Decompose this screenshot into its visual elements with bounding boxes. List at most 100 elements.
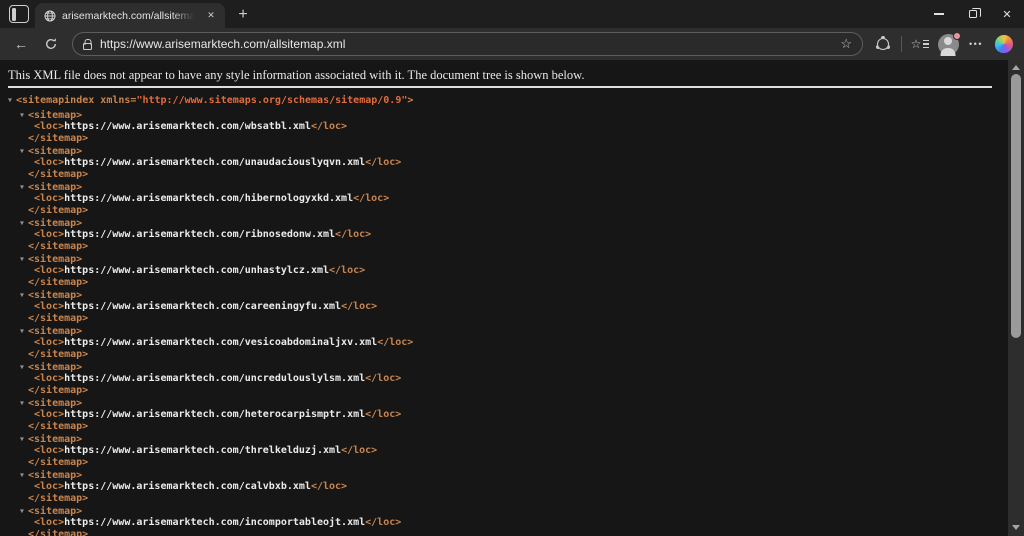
- loc-open-tag: <loc>: [34, 193, 64, 204]
- address-bar[interactable]: https://www.arisemarktech.com/allsitemap…: [72, 32, 863, 56]
- settings-menu-button[interactable]: •••: [964, 31, 988, 57]
- sitemap-close-tag: </sitemap>: [28, 313, 88, 324]
- lock-icon[interactable]: [83, 43, 92, 50]
- new-tab-button[interactable]: +: [231, 3, 255, 27]
- tab-title: arisemarktech.com/allsitemap.xml: [62, 10, 197, 22]
- close-window-button[interactable]: ✕: [990, 0, 1024, 28]
- loc-open-tag: <loc>: [34, 409, 64, 420]
- xml-line: ▼<sitemap>: [0, 253, 1024, 265]
- notification-dot: [953, 32, 961, 40]
- collapse-arrow-icon[interactable]: ▼: [20, 109, 28, 121]
- collapse-arrow-icon[interactable]: ▼: [8, 94, 16, 106]
- copilot-button[interactable]: [992, 31, 1016, 57]
- xml-line: ▼<sitemap>: [0, 181, 1024, 193]
- xml-line: <loc>https://www.arisemarktech.com/heter…: [0, 409, 1024, 421]
- collapse-arrow-icon[interactable]: ▼: [20, 217, 28, 229]
- tab-close-button[interactable]: ✕: [203, 8, 219, 24]
- collapse-arrow-icon[interactable]: ▼: [20, 433, 28, 445]
- xml-line: </sitemap>: [0, 385, 1024, 397]
- collapse-arrow-icon[interactable]: ▼: [20, 145, 28, 157]
- browser-tab[interactable]: arisemarktech.com/allsitemap.xml ✕: [35, 3, 225, 28]
- xml-line: </sitemap>: [0, 529, 1024, 536]
- xml-line: ▼<sitemapindex xmlns="http://www.sitemap…: [0, 94, 1024, 106]
- vertical-scrollbar[interactable]: [1008, 60, 1024, 536]
- extensions-icon: [877, 38, 889, 50]
- tab-actions-menu-button[interactable]: [9, 5, 29, 23]
- sitemap-open-tag: <sitemap>: [28, 290, 82, 301]
- xmlns-attr: xmlns=: [94, 95, 136, 106]
- extensions-button[interactable]: [871, 31, 895, 57]
- loc-open-tag: <loc>: [34, 481, 64, 492]
- loc-close-tag: </loc>: [335, 229, 371, 240]
- back-button[interactable]: ←: [8, 31, 34, 57]
- sitemap-close-tag: </sitemap>: [28, 421, 88, 432]
- xml-line: ▼<sitemap>: [0, 289, 1024, 301]
- xml-line: </sitemap>: [0, 349, 1024, 361]
- loc-open-tag: <loc>: [34, 265, 64, 276]
- sitemap-close-tag: </sitemap>: [28, 349, 88, 360]
- sitemap-open-tag: <sitemap>: [28, 326, 82, 337]
- collapse-arrow-icon[interactable]: ▼: [20, 469, 28, 481]
- scrollbar-thumb[interactable]: [1011, 74, 1021, 338]
- page-content: This XML file does not appear to have an…: [0, 60, 1024, 536]
- sitemap-open-tag: <sitemap>: [28, 218, 82, 229]
- title-bar: arisemarktech.com/allsitemap.xml ✕ + ✕: [0, 0, 1024, 28]
- collapse-arrow-icon[interactable]: ▼: [20, 505, 28, 517]
- xml-line: ▼<sitemap>: [0, 397, 1024, 409]
- toolbar-divider: [901, 36, 902, 52]
- restore-button[interactable]: [956, 0, 990, 28]
- loc-close-tag: </loc>: [365, 157, 401, 168]
- scroll-up-icon: [1012, 65, 1020, 70]
- sitemap-open-tag: <sitemap>: [28, 398, 82, 409]
- bookmark-star-icon[interactable]: ☆: [840, 36, 852, 52]
- collapse-arrow-icon[interactable]: ▼: [20, 325, 28, 337]
- sitemap-url: https://www.arisemarktech.com/hibernolog…: [64, 193, 353, 204]
- sitemap-url: https://www.arisemarktech.com/threlkeldu…: [64, 445, 341, 456]
- collapse-arrow-icon[interactable]: ▼: [20, 289, 28, 301]
- favorites-icon: ☆: [911, 37, 930, 51]
- loc-close-tag: </loc>: [341, 445, 377, 456]
- xml-line: <loc>https://www.arisemarktech.com/uncre…: [0, 373, 1024, 385]
- sitemap-open-tag: <sitemap>: [28, 254, 82, 265]
- loc-close-tag: </loc>: [311, 121, 347, 132]
- ellipsis-icon: •••: [969, 39, 983, 49]
- xml-line: </sitemap>: [0, 205, 1024, 217]
- xml-line: </sitemap>: [0, 493, 1024, 505]
- sitemap-close-tag: </sitemap>: [28, 241, 88, 252]
- loc-open-tag: <loc>: [34, 373, 64, 384]
- favorites-button[interactable]: ☆: [908, 31, 932, 57]
- copilot-icon: [995, 35, 1013, 53]
- sitemap-url: https://www.arisemarktech.com/unaudaciou…: [64, 157, 365, 168]
- xml-line: </sitemap>: [0, 169, 1024, 181]
- collapse-arrow-icon[interactable]: ▼: [20, 397, 28, 409]
- collapse-arrow-icon[interactable]: ▼: [20, 361, 28, 373]
- sitemap-close-tag: </sitemap>: [28, 385, 88, 396]
- loc-close-tag: </loc>: [365, 409, 401, 420]
- scroll-up-button[interactable]: [1008, 60, 1024, 74]
- xmlns-value: "http://www.sitemaps.org/schemas/sitemap…: [136, 95, 407, 106]
- xml-line: <loc>https://www.arisemarktech.com/calvb…: [0, 481, 1024, 493]
- xml-style-notice: This XML file does not appear to have an…: [0, 60, 1024, 83]
- xml-line: </sitemap>: [0, 457, 1024, 469]
- xml-line: </sitemap>: [0, 313, 1024, 325]
- minimize-button[interactable]: [922, 0, 956, 28]
- collapse-arrow-icon[interactable]: ▼: [20, 253, 28, 265]
- loc-open-tag: <loc>: [34, 301, 64, 312]
- refresh-button[interactable]: [38, 31, 64, 57]
- xml-line: </sitemap>: [0, 133, 1024, 145]
- xml-line: ▼<sitemap>: [0, 505, 1024, 517]
- sitemap-close-tag: </sitemap>: [28, 529, 88, 536]
- xml-tree: ▼<sitemapindex xmlns="http://www.sitemap…: [0, 94, 1024, 536]
- sitemap-open-tag: <sitemap>: [28, 362, 82, 373]
- xml-line: <loc>https://www.arisemarktech.com/incom…: [0, 517, 1024, 529]
- loc-open-tag: <loc>: [34, 121, 64, 132]
- sitemap-url: https://www.arisemarktech.com/heterocarp…: [64, 409, 365, 420]
- scroll-down-button[interactable]: [1008, 520, 1024, 534]
- sitemap-close-tag: </sitemap>: [28, 277, 88, 288]
- url-input[interactable]: https://www.arisemarktech.com/allsitemap…: [100, 37, 832, 51]
- profile-button[interactable]: [936, 31, 960, 57]
- sitemap-close-tag: </sitemap>: [28, 457, 88, 468]
- xml-line: </sitemap>: [0, 277, 1024, 289]
- profile-avatar: [938, 34, 959, 55]
- collapse-arrow-icon[interactable]: ▼: [20, 181, 28, 193]
